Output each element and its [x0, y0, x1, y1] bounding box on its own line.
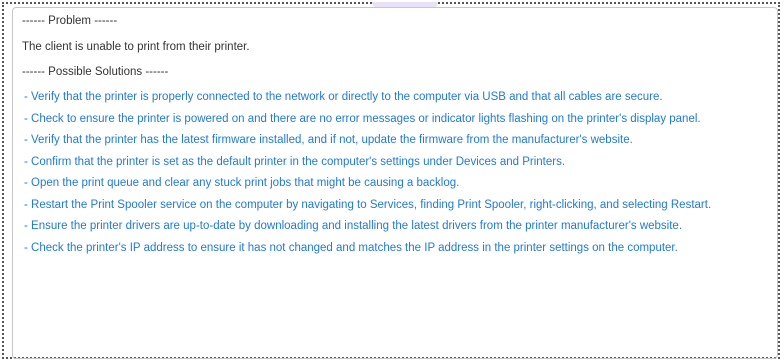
solutions-list: - Verify that the printer is properly co… — [22, 91, 765, 255]
solution-item: - Ensure the printer drivers are up-to-d… — [24, 220, 683, 232]
solution-item: - Open the print queue and clear any stu… — [24, 177, 460, 189]
solution-item: - Check to ensure the printer is powered… — [24, 112, 701, 125]
solution-item: - Confirm that the printer is set as the… — [24, 155, 566, 168]
problem-description: The client is unable to print from their… — [22, 41, 250, 53]
problem-heading: ------ Problem ------ — [22, 15, 118, 27]
troubleshooting-panel: ------ Problem ------ The client is unab… — [12, 7, 778, 359]
solution-item: - Verify that the printer has the latest… — [24, 134, 633, 146]
solution-item: - Verify that the printer is properly co… — [24, 91, 663, 103]
solutions-heading: ------ Possible Solutions ------ — [22, 66, 169, 78]
solution-item: - Restart the Print Spooler service on t… — [24, 198, 712, 211]
solution-item: - Check the printer's IP address to ensu… — [24, 241, 678, 254]
